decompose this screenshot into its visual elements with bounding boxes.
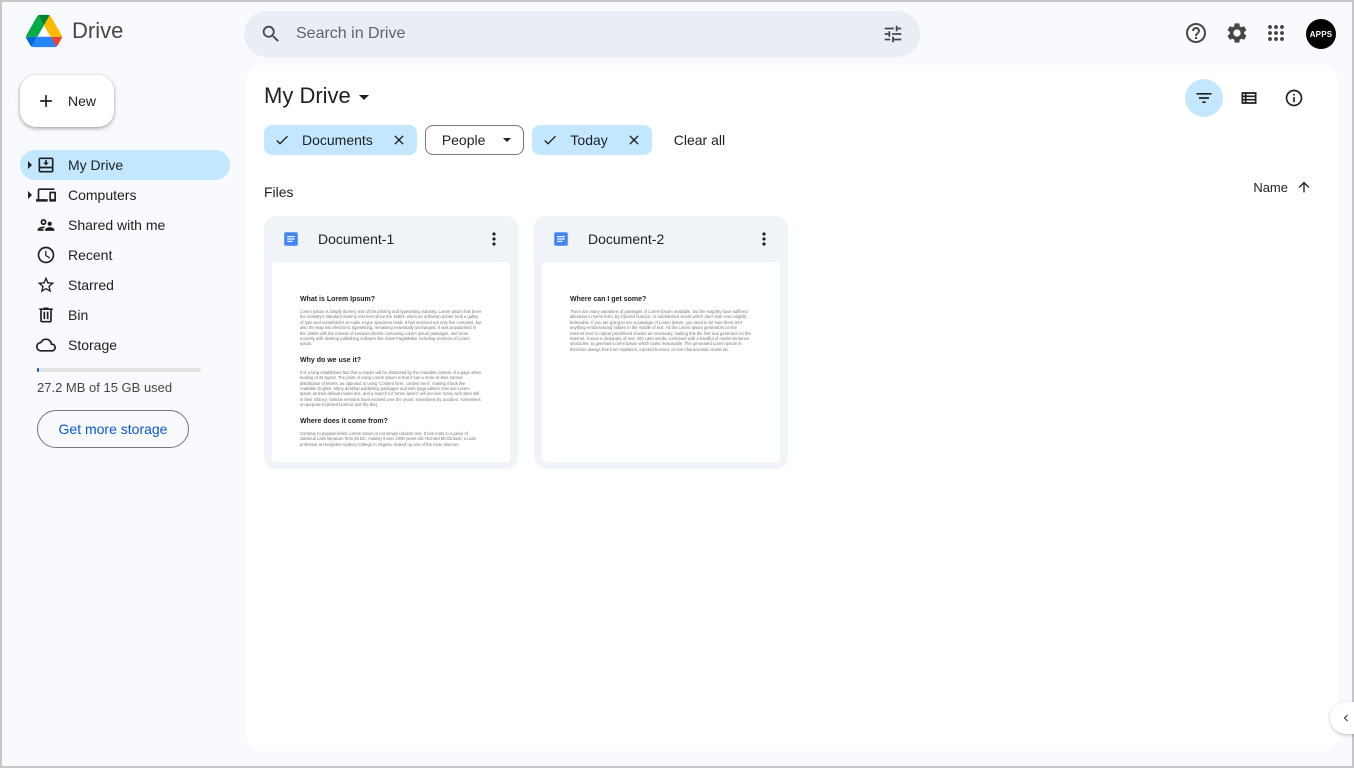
account-avatar[interactable]: APPS bbox=[1306, 19, 1336, 49]
chip-label: Documents bbox=[302, 132, 373, 148]
dropdown-arrow-icon bbox=[503, 138, 512, 142]
sidebar-item-label: Computers bbox=[68, 187, 137, 203]
file-name: Document-1 bbox=[318, 231, 395, 247]
sidebar-item-label: Starred bbox=[68, 277, 114, 293]
search-options-icon[interactable] bbox=[882, 23, 904, 50]
clock-icon bbox=[36, 245, 56, 265]
file-preview: What is Lorem Ipsum? Lorem Ipsum is simp… bbox=[272, 262, 510, 462]
file-card[interactable]: Document-1 What is Lorem Ipsum? Lorem Ip… bbox=[264, 216, 518, 469]
sidebar-item-computers[interactable]: Computers bbox=[20, 180, 230, 210]
chip-label: People bbox=[441, 132, 486, 148]
sidebar-item-label: Shared with me bbox=[68, 217, 166, 233]
my-drive-icon bbox=[36, 155, 56, 175]
sidebar-item-my-drive[interactable]: My Drive bbox=[20, 150, 230, 180]
plus-icon bbox=[40, 95, 52, 107]
chip-label: Today bbox=[570, 132, 608, 148]
chip-documents[interactable]: Documents bbox=[264, 125, 417, 155]
apps-grid-icon[interactable] bbox=[1264, 21, 1288, 45]
sidebar-nav: My Drive Computers Shared with me Recent… bbox=[20, 150, 230, 360]
check-icon bbox=[274, 132, 290, 148]
sidebar-item-storage[interactable]: Storage bbox=[20, 330, 230, 360]
check-icon bbox=[542, 132, 558, 148]
sidebar-item-starred[interactable]: Starred bbox=[20, 270, 230, 300]
preview-body: Contrary to popular belief, Lorem Ipsum … bbox=[300, 430, 477, 447]
expand-caret-icon[interactable] bbox=[28, 161, 32, 169]
app-name: Drive bbox=[72, 18, 124, 43]
chevron-left-icon bbox=[1343, 714, 1348, 722]
arrow-up-icon[interactable] bbox=[1296, 179, 1312, 195]
drive-logo-icon bbox=[26, 14, 62, 48]
sidebar-item-label: Recent bbox=[68, 247, 113, 263]
new-button[interactable]: New bbox=[20, 75, 114, 127]
storage-usage-bar bbox=[37, 368, 201, 372]
preview-heading: Why do we use it? bbox=[300, 356, 362, 364]
computers-icon bbox=[36, 185, 56, 205]
list-view-icon[interactable] bbox=[1230, 79, 1268, 117]
search-icon[interactable] bbox=[260, 23, 282, 50]
sidebar-item-label: My Drive bbox=[68, 157, 124, 173]
more-options-icon[interactable] bbox=[754, 229, 774, 252]
search-bar[interactable] bbox=[244, 11, 920, 57]
sidebar-item-shared-with-me[interactable]: Shared with me bbox=[20, 210, 230, 240]
shared-icon bbox=[36, 215, 56, 235]
preview-heading: Where does it come from? bbox=[300, 417, 388, 425]
sidebar-item-label: Bin bbox=[68, 307, 89, 323]
main-content: My Drive Documents People Today Clear al… bbox=[246, 65, 1338, 751]
sidebar-item-label: Storage bbox=[68, 337, 118, 353]
file-card-header: Document-2 bbox=[534, 216, 788, 262]
files-section-label: Files bbox=[264, 184, 294, 200]
preview-heading: What is Lorem Ipsum? bbox=[300, 296, 376, 303]
page-title-text: My Drive bbox=[264, 83, 351, 108]
trash-icon bbox=[36, 305, 56, 325]
storage-usage-fill bbox=[37, 368, 39, 372]
chip-today[interactable]: Today bbox=[532, 125, 652, 155]
get-more-storage-button[interactable]: Get more storage bbox=[37, 410, 189, 448]
preview-heading: Where can I get some? bbox=[570, 296, 647, 303]
close-icon[interactable] bbox=[626, 132, 642, 148]
settings-gear-icon[interactable] bbox=[1225, 21, 1249, 45]
star-icon bbox=[36, 275, 56, 295]
preview-body: It is a long established fact that a rea… bbox=[300, 369, 482, 408]
preview-body: Lorem Ipsum is simply dummy text of the … bbox=[300, 309, 482, 347]
drive-logo[interactable]: Drive bbox=[26, 14, 123, 48]
dropdown-arrow-icon bbox=[358, 94, 369, 100]
cloud-icon bbox=[36, 335, 56, 355]
sort-label: Name bbox=[1253, 179, 1288, 195]
filter-icon[interactable] bbox=[1185, 79, 1223, 117]
filter-chips: Documents People Today Clear all bbox=[264, 125, 725, 155]
file-card-header: Document-1 bbox=[264, 216, 518, 262]
preview-body: There are many variations of passages of… bbox=[570, 309, 751, 352]
sidebar-item-bin[interactable]: Bin bbox=[20, 300, 230, 330]
storage-usage-text: 27.2 MB of 15 GB used bbox=[37, 380, 173, 395]
sort-control[interactable]: Name bbox=[1253, 179, 1312, 195]
sidebar-item-recent[interactable]: Recent bbox=[20, 240, 230, 270]
search-input[interactable] bbox=[296, 19, 856, 49]
more-options-icon[interactable] bbox=[484, 229, 504, 252]
close-icon[interactable] bbox=[391, 132, 407, 148]
expand-caret-icon[interactable] bbox=[28, 191, 32, 199]
clear-all-button[interactable]: Clear all bbox=[674, 132, 725, 148]
side-panel-toggle[interactable] bbox=[1330, 702, 1354, 734]
file-name: Document-2 bbox=[588, 231, 665, 247]
help-icon[interactable] bbox=[1184, 21, 1208, 45]
new-button-label: New bbox=[68, 93, 97, 109]
file-card[interactable]: Document-2 Where can I get some? There a… bbox=[534, 216, 788, 469]
file-preview: Where can I get some? There are many var… bbox=[542, 262, 780, 462]
file-grid: Document-1 What is Lorem Ipsum? Lorem Ip… bbox=[264, 216, 788, 469]
top-bar: Drive APPS bbox=[2, 2, 1352, 66]
google-docs-icon bbox=[552, 230, 570, 248]
google-docs-icon bbox=[282, 230, 300, 248]
chip-people[interactable]: People bbox=[424, 125, 525, 155]
page-title[interactable]: My Drive bbox=[264, 83, 369, 109]
info-icon[interactable] bbox=[1275, 79, 1313, 117]
